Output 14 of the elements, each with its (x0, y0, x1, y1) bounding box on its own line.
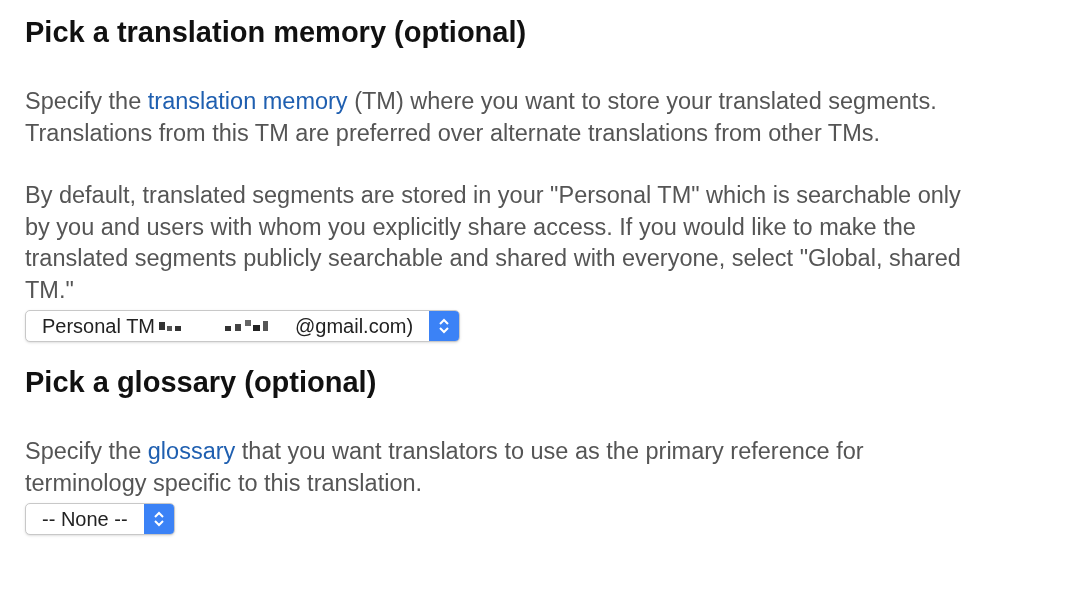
paragraph: Specify the glossary that you want translators to use as the primary reference for terminology specific to this translation. (25, 437, 865, 498)
dropdown-value: @gmail.com) (295, 314, 414, 339)
chevron-up-down-icon (438, 316, 451, 336)
dropdown-value: Personal TM (42, 314, 155, 339)
dropdown[interactable]: -- None -- (25, 503, 175, 535)
paragraph: By default, translated segments are stored in your "Personal TM" which is searchable only by you and users with whom you explicitly share access. If you would like to make the translated segments publicly searchable and shared with everyone, select "Global, shared TM." (25, 181, 962, 305)
chevron-up-down-icon (152, 509, 165, 529)
section-heading: Pick a glossary (optional) (25, 365, 378, 400)
section-heading: Pick a translation memory (optional) (25, 15, 528, 50)
dropdown-value: -- None -- (42, 507, 128, 532)
link[interactable]: translation memory (147, 88, 348, 114)
link[interactable]: glossary (147, 438, 236, 464)
paragraph: Specify the translation memory (TM) where you want to store your translated segments. Translations from this TM are preferred over alternate translations from other TMs. (25, 87, 938, 148)
dropdown[interactable]: Personal TM @gmail.com) (25, 310, 461, 342)
